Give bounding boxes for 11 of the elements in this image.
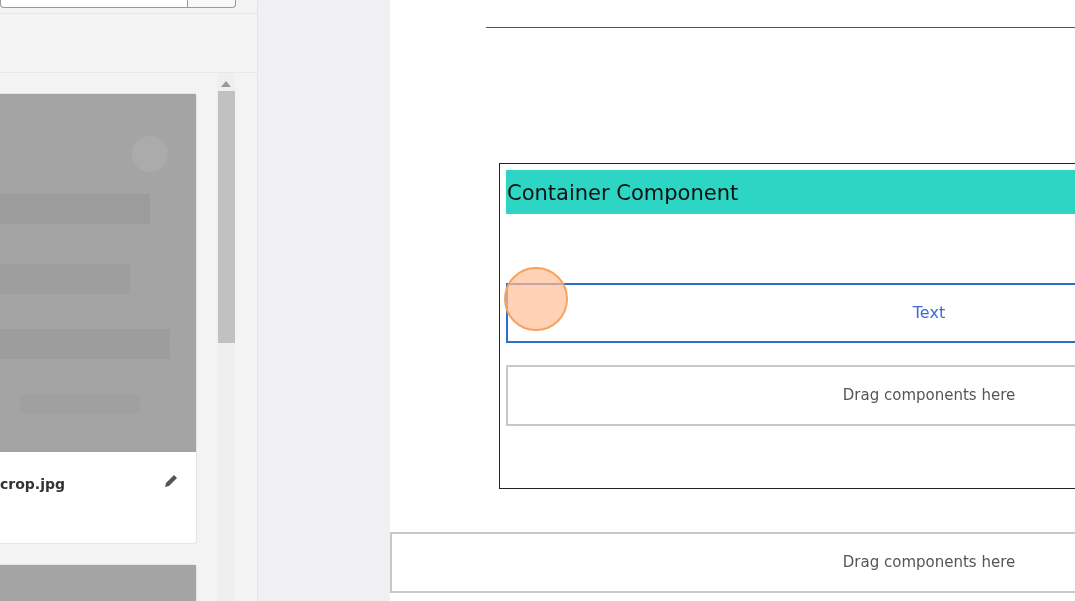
search-button[interactable] xyxy=(188,0,236,8)
pencil-icon[interactable] xyxy=(165,474,178,487)
scroll-up-icon[interactable] xyxy=(221,81,231,87)
scrollbar[interactable] xyxy=(217,73,235,601)
container-component[interactable]: Container Component Text Drag components here xyxy=(499,163,1075,489)
search-field[interactable] xyxy=(0,0,188,8)
container-title: Container Component xyxy=(506,170,1075,214)
drop-zone[interactable]: Drag components here xyxy=(506,365,1075,426)
drop-zone[interactable]: Drag components here xyxy=(390,532,1075,593)
click-indicator xyxy=(504,267,568,331)
file-name: crop.jpg xyxy=(0,475,65,494)
